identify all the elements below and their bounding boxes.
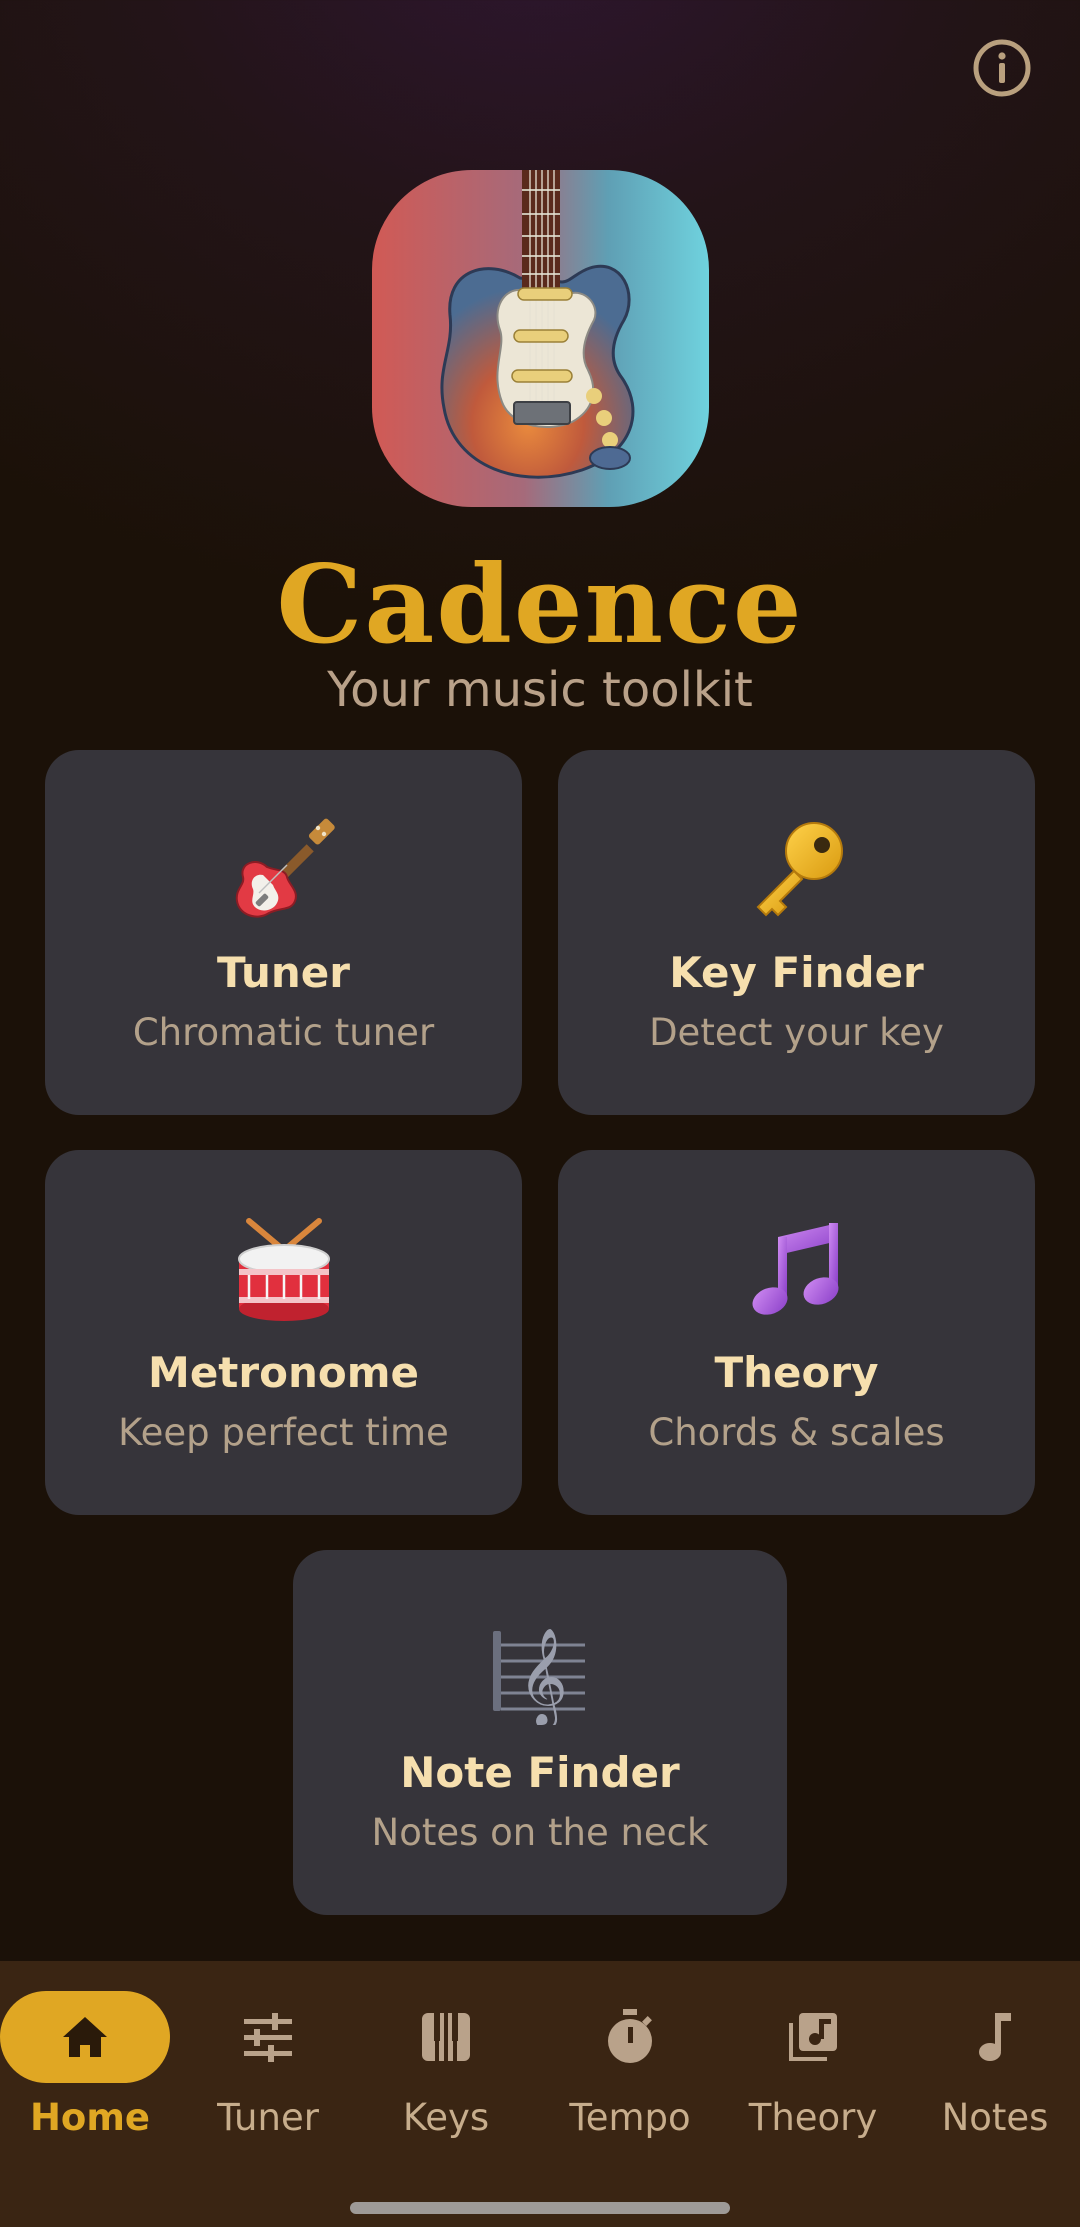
nav-theory[interactable]: Theory xyxy=(723,1961,903,2161)
nav-tempo[interactable]: Tempo xyxy=(540,1961,720,2161)
key-emoji-icon xyxy=(756,822,843,917)
drum-emoji-icon xyxy=(237,1218,330,1321)
music-notes-emoji-icon xyxy=(752,1223,838,1315)
nav-notes[interactable]: Notes xyxy=(905,1961,1080,2161)
tile-subtitle: Notes on the neck xyxy=(371,1811,709,1854)
sliders-icon xyxy=(244,2013,292,2062)
piano-keys-icon xyxy=(422,2013,470,2061)
app-icon xyxy=(372,170,709,507)
nav-keys[interactable]: Keys xyxy=(356,1961,536,2161)
tile-subtitle: Chords & scales xyxy=(648,1411,945,1454)
key-finder-tile[interactable]: Key Finder Detect your key xyxy=(558,750,1035,1115)
home-indicator-bar[interactable] xyxy=(350,2202,730,2214)
electric-guitar-app-icon xyxy=(372,170,709,507)
metronome-tile[interactable]: Metronome Keep perfect time xyxy=(45,1150,522,1515)
tile-title: Metronome xyxy=(148,1348,419,1397)
tile-subtitle: Chromatic tuner xyxy=(132,1011,435,1054)
tile-subtitle: Keep perfect time xyxy=(118,1411,449,1454)
tile-title: Key Finder xyxy=(669,948,924,997)
note-finder-tile[interactable]: 𝄞 Note Finder Notes on the neck xyxy=(293,1550,787,1915)
stopwatch-icon xyxy=(608,2009,652,2063)
music-library-icon xyxy=(789,2013,837,2061)
nav-tuner[interactable]: Tuner xyxy=(178,1961,358,2161)
tile-title: Theory xyxy=(714,1348,879,1397)
home-icon xyxy=(63,2017,107,2057)
bottom-navigation: Home Tuner Keys Tempo Theory Notes xyxy=(0,1961,1080,2227)
tile-title: Note Finder xyxy=(400,1748,680,1797)
treble-clef-icon: 𝄞 xyxy=(493,1627,585,1725)
nav-home[interactable]: Home xyxy=(0,1961,180,2161)
tuner-tile[interactable]: Tuner Chromatic tuner xyxy=(45,750,522,1115)
nav-label-notes: Notes xyxy=(941,2096,1049,2139)
tile-title: Tuner xyxy=(216,948,351,997)
app-subtitle: Your music toolkit xyxy=(327,662,753,718)
info-circle-icon xyxy=(973,39,1031,97)
app-title: Cadence xyxy=(276,542,804,668)
tile-subtitle: Detect your key xyxy=(649,1011,944,1054)
theory-tile[interactable]: Theory Chords & scales xyxy=(558,1150,1035,1515)
music-note-icon xyxy=(979,2013,1011,2061)
guitar-emoji-icon xyxy=(235,818,335,918)
svg-text:𝄞: 𝄞 xyxy=(518,1627,568,1725)
info-button[interactable] xyxy=(970,36,1034,100)
